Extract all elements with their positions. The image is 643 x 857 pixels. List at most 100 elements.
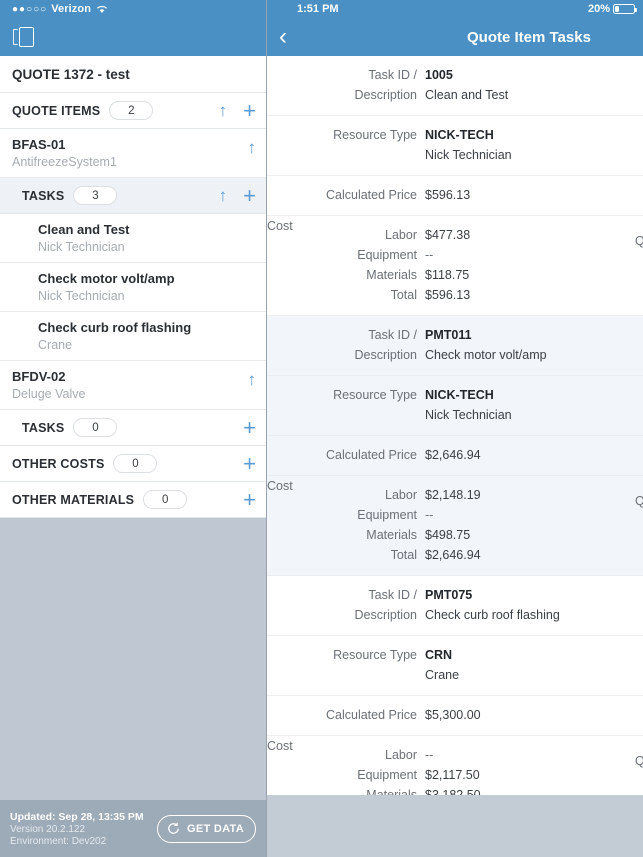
sidebar-toggle-bracket [13, 29, 18, 45]
sidebar-toggle-icon[interactable] [10, 25, 40, 49]
back-button[interactable]: ‹ [279, 25, 287, 49]
field-group-resource: Resource Type NICK-TECH Nick Technician [267, 376, 643, 436]
add-icon[interactable]: + [243, 184, 256, 207]
label-materials: Materials [366, 528, 417, 542]
field-group-identity: Task ID / Description 1005 Clean and Tes… [267, 56, 643, 116]
sidebar-toggle-sheet [19, 27, 34, 47]
detail-nav-bar: ‹ Quote Item Tasks [267, 18, 643, 56]
value-resource-name: Nick Technician [425, 408, 512, 422]
detail-status-bar: 1:51 PM 20% [267, 0, 643, 18]
field-labels: Resource Type [267, 385, 425, 425]
field-labels: Cost Labor Equipment Materials Total [267, 739, 425, 795]
section-header-other-costs[interactable]: OTHER COSTS 0 + [0, 446, 266, 482]
value-calculated-price: $5,300.00 [425, 708, 481, 722]
field-group-price: Calculated Price $5,300.00 [267, 696, 643, 736]
refresh-icon [166, 821, 181, 836]
quote-item-code: BFDV-02 [12, 369, 66, 384]
quote-item-main: BFAS-01 AntifreezeSystem1 [12, 137, 117, 169]
task-detail-block[interactable]: Task ID / Description PMT011 Check motor… [267, 316, 643, 576]
footer-updated: Updated: Sep 28, 13:35 PM [10, 810, 144, 823]
carrier-label: Verizon [51, 3, 92, 15]
value-task-id: 1005 [425, 68, 453, 82]
field-group-price: Calculated Price $596.13 [267, 176, 643, 216]
label-quoted-clipped: Qu [635, 234, 643, 248]
task-detail-block[interactable]: Task ID / Description 1005 Clean and Tes… [267, 56, 643, 316]
task-item-main: Clean and Test Nick Technician [38, 222, 130, 254]
field-group-cost: Cost Labor Equipment Materials Total $47… [267, 216, 643, 316]
label-total: Total [390, 288, 417, 302]
quote-item-description: AntifreezeSystem1 [12, 155, 117, 169]
section-header-quote-items[interactable]: QUOTE ITEMS 2 ↑ + [0, 93, 266, 129]
field-group-identity: Task ID / Description PMT011 Check motor… [267, 316, 643, 376]
field-values: $5,300.00 [425, 705, 643, 725]
section-header-other-materials[interactable]: OTHER MATERIALS 0 + [0, 482, 266, 518]
get-data-button[interactable]: GET DATA [157, 814, 256, 843]
battery-status: 20% [588, 3, 637, 15]
section-label: OTHER MATERIALS [12, 492, 135, 507]
quote-item-description: Deluge Valve [12, 387, 86, 401]
collapse-up-icon[interactable]: ↑ [248, 137, 257, 156]
field-labels: Cost Labor Equipment Materials Total [267, 219, 425, 305]
footer-info: Updated: Sep 28, 13:35 PM Version 20.2.1… [10, 811, 144, 847]
label-materials: Materials [366, 788, 417, 795]
task-resource: Nick Technician [38, 289, 125, 303]
quote-item-main: BFDV-02 Deluge Valve [12, 369, 85, 401]
field-values: CRN Crane [425, 645, 643, 685]
add-icon[interactable]: + [243, 488, 256, 511]
section-actions: ↑ + [219, 184, 256, 207]
task-detail-block[interactable]: Task ID / Description PMT075 Check curb … [267, 576, 643, 795]
sidebar: ●●○○○ Verizon QUOTE 1372 - test QUOTE IT… [0, 0, 267, 857]
task-list-item[interactable]: Check motor volt/amp Nick Technician [0, 263, 266, 312]
label-calculated-price: Calculated Price [325, 708, 417, 722]
section-label: TASKS [22, 188, 65, 203]
label-equipment: Equipment [357, 768, 417, 782]
field-labels: Calculated Price [267, 185, 425, 205]
sidebar-status-bar: ●●○○○ Verizon [0, 0, 266, 18]
collapse-up-icon[interactable]: ↑ [248, 369, 257, 388]
value-cost-materials: $3,182.50 [425, 788, 481, 795]
section-actions: ↑ + [219, 99, 256, 122]
label-calculated-price: Calculated Price [325, 188, 417, 202]
quote-item-row[interactable]: BFDV-02 Deluge Valve ↑ [0, 361, 266, 410]
section-header-tasks[interactable]: TASKS 3 ↑ + [0, 178, 266, 214]
task-title: Check motor volt/amp [38, 271, 175, 286]
wifi-icon [96, 4, 108, 14]
field-labels: Task ID / Description [267, 325, 425, 365]
get-data-label: GET DATA [187, 822, 244, 835]
field-labels: Task ID / Description [267, 585, 425, 625]
label-cost: Cost [267, 739, 293, 753]
value-cost-materials: $498.75 [425, 528, 471, 542]
task-detail-list[interactable]: Task ID / Description 1005 Clean and Tes… [267, 56, 643, 795]
section-header-tasks-empty[interactable]: TASKS 0 + [0, 410, 266, 446]
status-clock: 1:51 PM [297, 3, 339, 15]
collapse-up-icon[interactable]: ↑ [219, 102, 228, 119]
field-group-resource: Resource Type NICK-TECH Nick Technician [267, 116, 643, 176]
label-task-id: Task ID / [368, 328, 417, 342]
field-values: PMT075 Check curb roof flashing [425, 585, 643, 625]
task-list-item[interactable]: Clean and Test Nick Technician [0, 214, 266, 263]
section-count-badge: 2 [109, 101, 154, 120]
task-title: Clean and Test [38, 222, 130, 237]
field-group-resource: Resource Type CRN Crane [267, 636, 643, 696]
sidebar-empty-area [0, 518, 266, 800]
add-icon[interactable]: + [243, 416, 256, 439]
field-values: NICK-TECH Nick Technician [425, 125, 643, 165]
add-icon[interactable]: + [243, 99, 256, 122]
field-labels: Cost Labor Equipment Materials Total [267, 479, 425, 565]
task-resource: Crane [38, 338, 73, 352]
section-count-badge: 0 [113, 454, 158, 473]
battery-icon [613, 4, 637, 14]
task-list-item[interactable]: Check curb roof flashing Crane [0, 312, 266, 361]
field-values: NICK-TECH Nick Technician [425, 385, 643, 425]
add-icon[interactable]: + [243, 452, 256, 475]
label-resource-type: Resource Type [333, 388, 417, 402]
field-labels: Calculated Price [267, 705, 425, 725]
detail-bottom-filler [267, 795, 643, 857]
detail-pane: 1:51 PM 20% ‹ Quote Item Tasks Task ID /… [267, 0, 643, 857]
collapse-up-icon[interactable]: ↑ [219, 187, 228, 204]
field-values: PMT011 Check motor volt/amp [425, 325, 643, 365]
footer-environment: Environment: Dev202 [10, 835, 107, 847]
section-label: TASKS [22, 420, 65, 435]
task-resource: Nick Technician [38, 240, 125, 254]
quote-item-row[interactable]: BFAS-01 AntifreezeSystem1 ↑ [0, 129, 266, 178]
